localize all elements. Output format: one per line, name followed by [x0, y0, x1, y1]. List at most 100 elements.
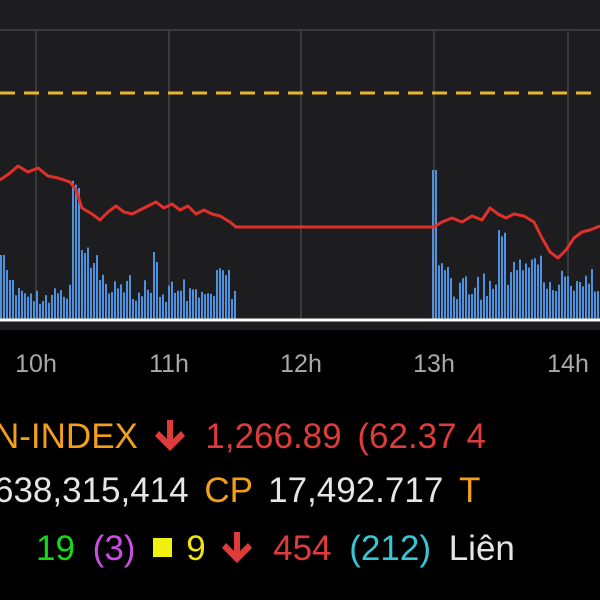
trailing-label: T	[459, 471, 481, 510]
volume-bar	[555, 291, 557, 320]
volume-bar	[513, 261, 515, 320]
volume-bar	[102, 274, 104, 320]
volume-bar	[183, 279, 185, 320]
traded-shares: 638,315,414	[0, 471, 189, 510]
volume-bar	[27, 296, 29, 320]
volume-bar	[33, 301, 35, 320]
volume-bar	[192, 289, 194, 320]
x-axis-tick-12h: 12h	[280, 350, 322, 378]
advancers-count: 19	[36, 529, 75, 568]
volume-bar	[201, 291, 203, 320]
volume-bar	[459, 282, 461, 320]
volume-bar	[177, 290, 179, 320]
x-axis-tick-13h: 13h	[413, 350, 455, 378]
volume-bar	[534, 258, 536, 320]
volume-bar	[522, 270, 524, 320]
trailing-label[interactable]: Liên	[449, 529, 515, 568]
volume-bar	[6, 270, 8, 320]
index-summary-row: N-INDEX 1,266.89 (62.37 4	[0, 415, 486, 459]
volume-bar	[579, 282, 581, 320]
volume-bar	[15, 295, 17, 320]
volume-bar	[99, 280, 101, 320]
volume-bar	[75, 184, 77, 320]
volume-bar	[567, 276, 569, 320]
volume-bar	[438, 265, 440, 320]
volume-bar	[144, 280, 146, 320]
volume-bar	[510, 272, 512, 320]
volume-bar	[483, 273, 485, 320]
chart-svg	[0, 29, 600, 322]
volume-bar	[9, 280, 11, 320]
volume-bar	[138, 292, 140, 320]
volume-bar	[561, 270, 563, 320]
volume-bar	[48, 302, 50, 320]
volume-bar	[492, 288, 494, 320]
volume-bar	[468, 294, 470, 320]
arrow-down-icon	[154, 419, 185, 451]
volume-bar	[60, 290, 62, 320]
volume-bar	[81, 250, 83, 320]
volume-bar	[447, 266, 449, 320]
volume-bar	[66, 298, 68, 320]
volume-bar	[480, 299, 482, 320]
volume-bar	[96, 255, 98, 320]
volume-bar	[462, 278, 464, 320]
traded-value: 17,492.717	[268, 471, 444, 510]
volume-bar	[135, 300, 137, 320]
volume-bar	[444, 270, 446, 320]
volume-bar	[210, 293, 212, 320]
volume-bar	[198, 297, 200, 320]
volume-bar	[489, 280, 491, 320]
volume-bar	[222, 270, 224, 320]
volume-bar	[591, 269, 593, 320]
volume-bar	[108, 293, 110, 320]
volume-bar	[546, 288, 548, 320]
volume-bar	[558, 284, 560, 320]
volume-bar	[504, 232, 506, 320]
volume-bar	[12, 280, 14, 320]
volume-bar	[549, 281, 551, 320]
volume-bar	[435, 170, 437, 320]
volume-bar	[507, 284, 509, 320]
index-name[interactable]: N-INDEX	[0, 417, 138, 456]
volume-bar	[51, 294, 53, 320]
volume-bar	[111, 292, 113, 320]
volume-bar	[570, 285, 572, 320]
volume-bar	[186, 300, 188, 320]
volume-bar	[156, 262, 158, 320]
volume-bar	[456, 299, 458, 320]
volume-bar	[45, 295, 47, 320]
volume-bar	[585, 275, 587, 320]
volume-bar	[501, 236, 503, 320]
market-breadth-row: 19 (3) 9 454 (212) Liên	[0, 527, 515, 571]
volume-bar	[543, 282, 545, 320]
volume-bar	[54, 288, 56, 320]
volume-bar	[432, 170, 434, 320]
volume-bar	[84, 252, 86, 320]
volume-bar	[474, 287, 476, 320]
volume-bar	[159, 296, 161, 320]
volume-bar	[78, 187, 80, 320]
volume-bar	[207, 293, 209, 320]
volume-bar	[519, 259, 521, 320]
intraday-chart[interactable]	[0, 0, 600, 330]
unchanged-count: 9	[186, 529, 206, 568]
volume-bar	[525, 263, 527, 320]
volume-bar	[24, 293, 26, 320]
volume-bar	[126, 280, 128, 320]
volume-bar	[30, 293, 32, 320]
volume-bar	[576, 281, 578, 320]
volume-bar	[171, 281, 173, 320]
volume-bar	[573, 290, 575, 320]
x-axis-tick-10h: 10h	[15, 350, 57, 378]
volume-bar	[174, 292, 176, 320]
volume-bar	[450, 278, 452, 320]
volume-bar	[0, 255, 2, 320]
volume-bar	[477, 276, 479, 320]
volume-bar	[150, 292, 152, 320]
volume-bar	[453, 296, 455, 320]
volume-bar	[441, 263, 443, 320]
volume-bar	[168, 285, 170, 320]
arrow-down-icon	[222, 531, 253, 563]
volume-bar	[93, 263, 95, 320]
